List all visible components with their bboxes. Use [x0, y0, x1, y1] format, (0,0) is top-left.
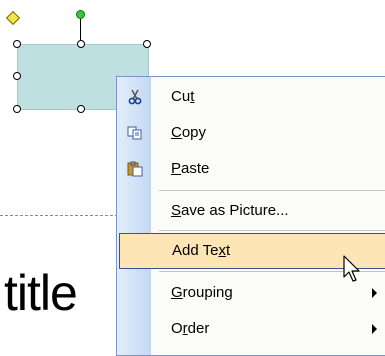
- menu-item-label: Save as Picture...: [171, 202, 289, 219]
- copy-icon: [127, 125, 143, 141]
- menu-item-copy[interactable]: Copy: [117, 115, 385, 151]
- menu-item-label: Paste: [171, 160, 210, 177]
- adjustment-handle[interactable]: [5, 10, 21, 26]
- menu-item-order[interactable]: Order: [117, 311, 385, 347]
- menu-item-save-as-picture[interactable]: Save as Picture...: [117, 193, 385, 229]
- rotation-handle[interactable]: [76, 10, 85, 19]
- menu-item-paste[interactable]: Paste: [117, 151, 385, 187]
- menu-item-label: Cut: [171, 88, 195, 105]
- menu-item-label: Add Text: [172, 242, 231, 259]
- menu-separator: [159, 190, 385, 191]
- menu-item-label: Grouping: [171, 284, 233, 301]
- submenu-arrow-icon: [372, 288, 377, 298]
- submenu-arrow-icon: [372, 324, 377, 334]
- resize-handle-bottom[interactable]: [77, 105, 85, 113]
- scissors-icon: [127, 89, 143, 105]
- mouse-pointer-icon: [343, 255, 361, 288]
- resize-handle-top[interactable]: [77, 40, 85, 48]
- resize-handle-bottom-left[interactable]: [13, 105, 21, 113]
- menu-item-label: Copy: [171, 124, 207, 141]
- placeholder-border: [0, 215, 118, 216]
- menu-item-label: Order: [171, 320, 210, 337]
- resize-handle-top-left[interactable]: [13, 40, 21, 48]
- menu-separator: [159, 230, 385, 231]
- resize-handle-top-right[interactable]: [143, 40, 151, 48]
- context-menu: Cut Copy Paste Save as Picture... Add Te…: [116, 76, 385, 356]
- menu-item-cut[interactable]: Cut: [117, 79, 385, 115]
- resize-handle-left[interactable]: [13, 72, 21, 80]
- slide-title-text[interactable]: title: [4, 268, 78, 318]
- rotation-stem: [80, 18, 81, 40]
- paste-icon: [127, 161, 143, 177]
